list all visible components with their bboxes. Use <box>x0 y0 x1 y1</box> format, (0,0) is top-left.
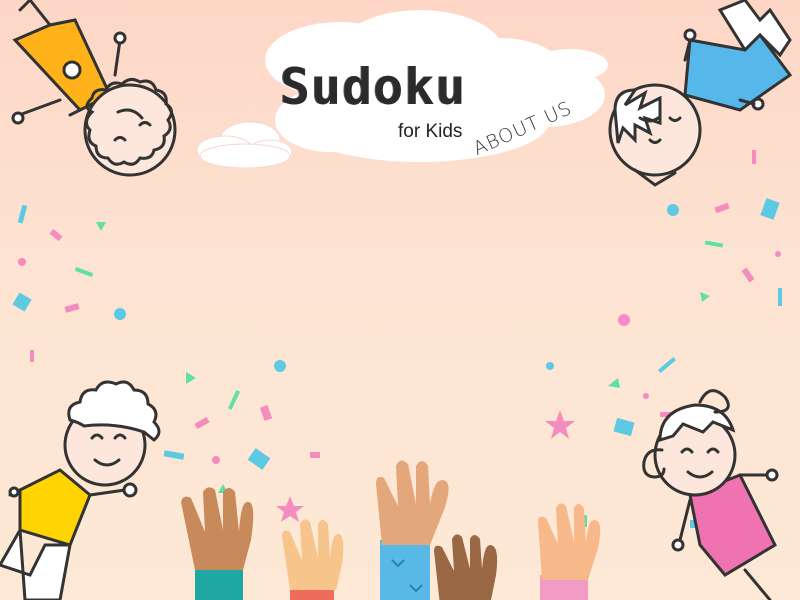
kid-illustration <box>608 0 793 187</box>
hand-icon <box>282 519 344 600</box>
app-title: Sudoku <box>280 58 467 116</box>
hand-icon <box>434 534 498 600</box>
app-subtitle: for Kids <box>398 121 463 142</box>
kid-illustration <box>11 0 177 177</box>
kid-illustration <box>642 389 779 600</box>
kid-illustration <box>0 380 161 600</box>
hand-icon <box>538 503 601 600</box>
hand-icon <box>181 487 254 600</box>
